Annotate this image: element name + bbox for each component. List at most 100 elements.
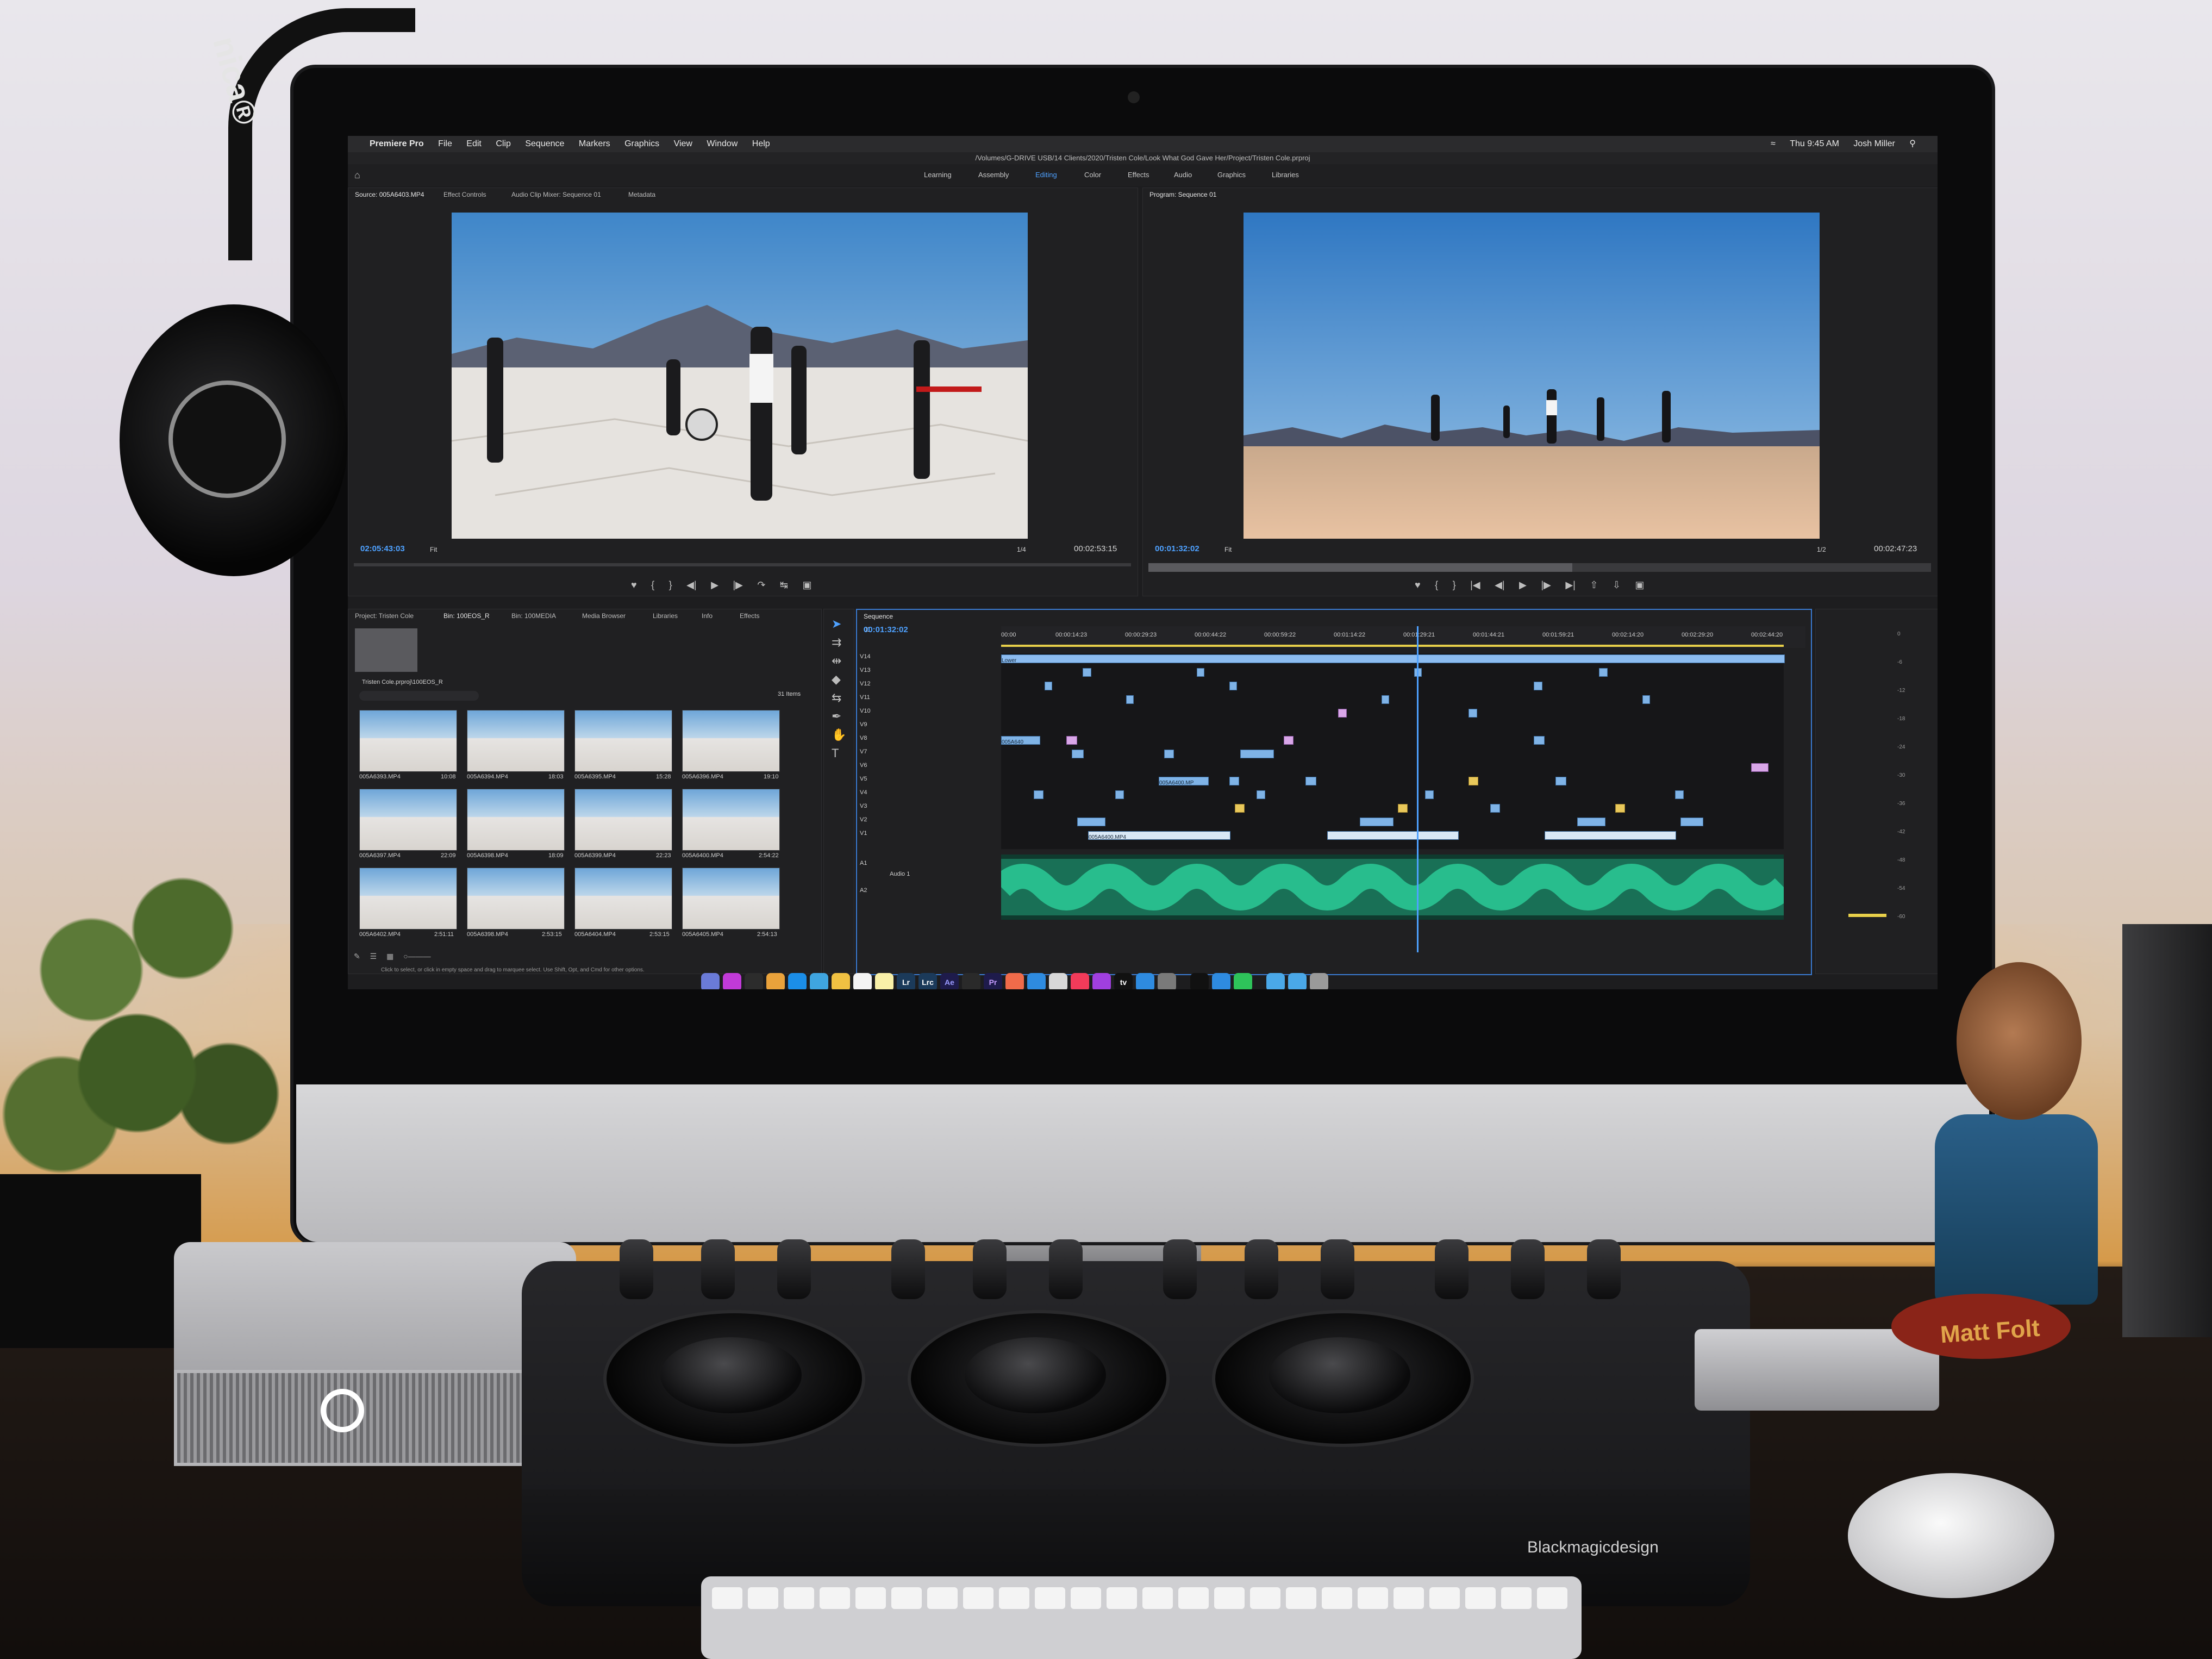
track-v14[interactable]: V14 <box>860 653 871 660</box>
facetime-icon[interactable] <box>1234 973 1252 989</box>
timeline-clip[interactable] <box>1229 777 1239 785</box>
source-fit-select[interactable]: Fit <box>430 546 437 553</box>
audio-waveform[interactable] <box>1001 855 1784 920</box>
menu-file[interactable]: File <box>438 136 452 152</box>
clip-thumbnail[interactable] <box>359 868 457 930</box>
menu-window[interactable]: Window <box>707 136 738 152</box>
timeline-clip[interactable] <box>1338 709 1347 718</box>
go-to-in-icon[interactable]: |◀ <box>1470 579 1480 591</box>
timeline-clip[interactable] <box>1164 750 1174 758</box>
go-to-out-icon[interactable]: ▶| <box>1565 579 1576 591</box>
extract-icon[interactable]: ⇩ <box>1613 579 1621 591</box>
timeline-clip[interactable] <box>1235 804 1245 813</box>
stickies-icon[interactable] <box>875 973 893 989</box>
hand-icon[interactable]: ✋ <box>832 726 846 744</box>
program-video[interactable] <box>1244 213 1820 539</box>
source-timecode[interactable]: 02:05:43:03 <box>360 544 405 553</box>
list-view-icon[interactable]: ☰ <box>370 952 377 961</box>
track-v6[interactable]: V6 <box>860 762 867 769</box>
timeline-clip[interactable] <box>1045 682 1052 690</box>
track-v8[interactable]: V8 <box>860 735 867 741</box>
mail-icon[interactable] <box>810 973 828 989</box>
music-icon[interactable] <box>1071 973 1089 989</box>
timeline-clip[interactable] <box>1751 763 1769 772</box>
clip-thumbnail[interactable] <box>574 789 672 851</box>
menu-clip[interactable]: Clip <box>496 136 511 152</box>
clip-thumbnail[interactable] <box>682 710 780 772</box>
davinci-resolve-icon[interactable] <box>962 973 980 989</box>
marker-icon[interactable]: ♥ <box>1415 579 1421 591</box>
video-tracks-area[interactable]: Lower 005A640 005A6400.MP 005A6400.MP4 <box>1001 653 1785 849</box>
menu-edit[interactable]: Edit <box>466 136 482 152</box>
clip-thumbnail[interactable] <box>682 789 780 851</box>
step-back-icon[interactable]: ◀| <box>1495 579 1505 591</box>
workspace-editing[interactable]: Editing <box>1035 164 1057 186</box>
track-v11[interactable]: V11 <box>860 694 870 701</box>
folder-icon[interactable] <box>1266 973 1285 989</box>
source-scale-select[interactable]: 1/4 <box>1017 546 1026 553</box>
timeline-clip[interactable] <box>1072 750 1084 758</box>
downloads-folder-icon[interactable] <box>1288 973 1307 989</box>
mark-in-icon[interactable]: { <box>1435 579 1438 591</box>
tab-effect-controls[interactable]: Effect Controls <box>443 188 486 201</box>
system-preferences-icon[interactable] <box>1158 973 1176 989</box>
track-v13[interactable]: V13 <box>860 667 871 673</box>
zoom-slider[interactable]: ○——— <box>403 952 430 961</box>
timeline-clip[interactable] <box>1615 804 1625 813</box>
timeline-clip[interactable] <box>1534 682 1542 690</box>
timeline-clip[interactable]: 005A640 <box>1001 736 1040 745</box>
news-icon[interactable] <box>1049 973 1067 989</box>
program-scale-select[interactable]: 1/2 <box>1817 546 1826 553</box>
timeline-clip[interactable] <box>1577 818 1605 826</box>
siri-icon[interactable] <box>723 973 741 989</box>
calendar-icon[interactable] <box>853 973 872 989</box>
track-a1[interactable]: A1 <box>860 860 867 866</box>
timeline-clip[interactable] <box>1066 736 1077 745</box>
timeline-clip[interactable] <box>1398 804 1408 813</box>
tab-effects[interactable]: Effects <box>740 609 759 622</box>
ripple-edit-icon[interactable]: ⇹ <box>832 652 846 670</box>
trash-icon[interactable] <box>1310 973 1328 989</box>
workspace-audio[interactable]: Audio <box>1174 164 1192 186</box>
timeline-clip[interactable] <box>1534 736 1545 745</box>
timeline-clip[interactable] <box>1675 790 1684 799</box>
timeline-clip[interactable] <box>1229 682 1237 690</box>
timeline-clip[interactable] <box>1469 777 1478 785</box>
overwrite-icon[interactable]: ↹ <box>780 579 788 591</box>
step-forward-icon[interactable]: |▶ <box>733 579 743 591</box>
lightroom-icon[interactable]: Lr <box>897 973 915 989</box>
clip-thumbnail[interactable] <box>467 710 565 772</box>
type-icon[interactable]: T <box>832 744 846 763</box>
track-v4[interactable]: V4 <box>860 789 867 796</box>
tab-project[interactable]: Project: Tristen Cole <box>355 609 414 622</box>
bin-search-input[interactable] <box>359 691 479 701</box>
tab-program[interactable]: Program: Sequence 01 <box>1149 188 1216 201</box>
menu-sequence[interactable]: Sequence <box>525 136 564 152</box>
track-a2[interactable]: A2 <box>860 887 867 894</box>
workspace-libraries[interactable]: Libraries <box>1272 164 1299 186</box>
lower-clip[interactable]: Lower <box>1001 654 1785 664</box>
menu-markers[interactable]: Markers <box>579 136 610 152</box>
razor-icon[interactable]: ◆ <box>832 670 846 689</box>
timeline-clip[interactable] <box>1680 818 1703 826</box>
track-select-icon[interactable]: ⇉ <box>832 633 846 652</box>
program-timecode[interactable]: 00:01:32:02 <box>1155 544 1199 553</box>
lift-icon[interactable]: ⇧ <box>1590 579 1598 591</box>
source-scrubber[interactable] <box>354 563 1131 566</box>
messages-icon[interactable] <box>1027 973 1046 989</box>
tab-media-browser[interactable]: Media Browser <box>582 609 626 622</box>
user-name[interactable]: Josh Miller <box>1853 139 1895 148</box>
timeline-clip[interactable] <box>1034 790 1043 799</box>
premiere-pro-icon[interactable]: Pr <box>984 973 1002 989</box>
timeline-clip[interactable]: 005A6400.MP4 <box>1088 831 1230 840</box>
playhead[interactable] <box>1417 626 1419 952</box>
menu-graphics[interactable]: Graphics <box>624 136 659 152</box>
photos-icon[interactable] <box>1005 973 1024 989</box>
mark-in-icon[interactable]: { <box>651 579 654 591</box>
program-fit-select[interactable]: Fit <box>1224 546 1232 553</box>
clip-thumbnail[interactable] <box>467 868 565 930</box>
track-v10[interactable]: V10 <box>860 708 871 714</box>
timeline-clip[interactable] <box>1360 818 1394 826</box>
program-scrubber[interactable] <box>1148 563 1931 572</box>
terminal-icon[interactable] <box>1190 973 1209 989</box>
